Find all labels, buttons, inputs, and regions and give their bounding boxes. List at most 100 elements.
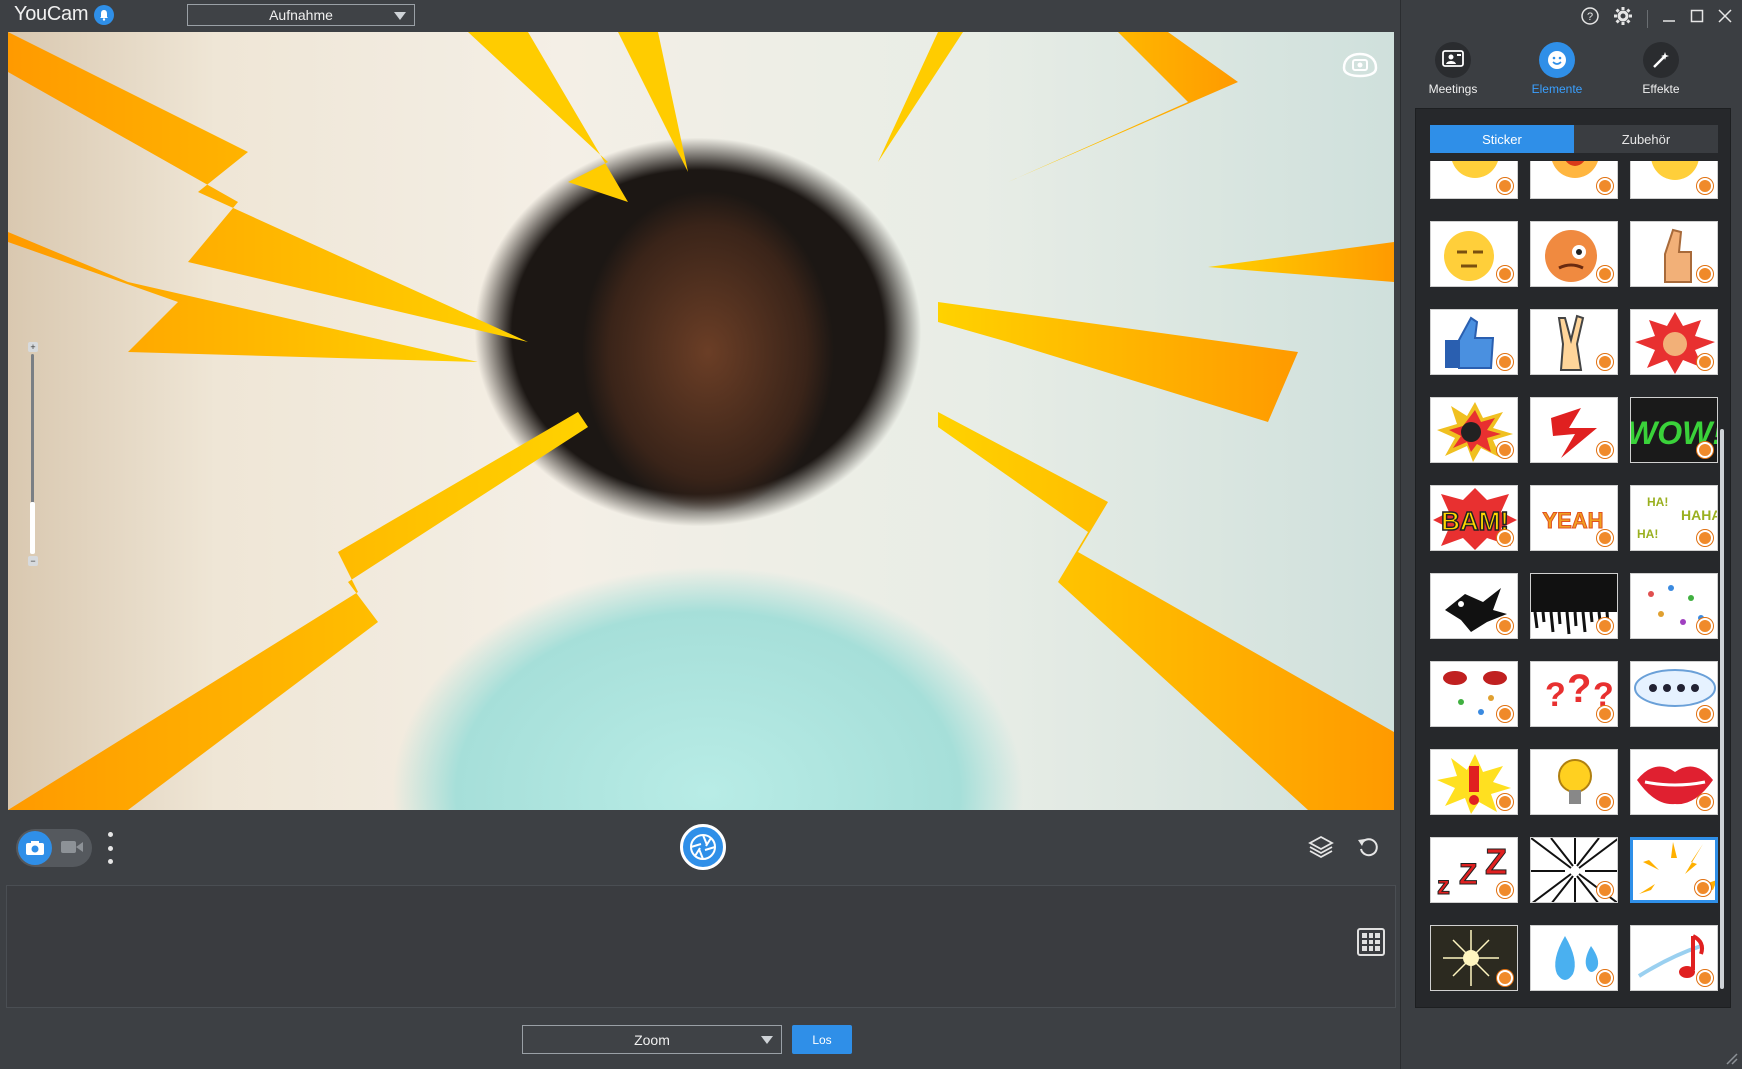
captured-media-strip[interactable] (6, 885, 1396, 1008)
capture-mode-value: Aufnahme (269, 7, 333, 23)
download-badge-icon (1697, 354, 1713, 370)
sticker-exclamation-burst[interactable] (1430, 749, 1518, 815)
sticker-lightning-frame[interactable] (1630, 837, 1718, 903)
sticker-punch-burst[interactable] (1630, 309, 1718, 375)
download-badge-icon (1497, 970, 1513, 986)
lightning-burst-overlay (8, 32, 1394, 810)
sticker-speech-dots[interactable] (1630, 661, 1718, 727)
resize-grip-icon[interactable] (1724, 1051, 1738, 1065)
sticker-music-notes-dots[interactable] (1630, 573, 1718, 639)
tab-label: Effekte (1642, 82, 1680, 96)
tab-elements[interactable]: Elemente (1505, 42, 1609, 104)
sticker-emoji-squint[interactable] (1630, 161, 1718, 199)
download-badge-icon (1597, 794, 1613, 810)
sticker-speed-lines[interactable] (1530, 837, 1618, 903)
divider (1647, 9, 1648, 28)
layers-icon[interactable] (1308, 834, 1334, 860)
capture-mode-select[interactable]: Aufnahme (187, 4, 415, 26)
photo-camera-icon[interactable] (18, 831, 52, 865)
zoom-in-icon[interactable]: + (28, 342, 38, 352)
go-button[interactable]: Los (792, 1025, 852, 1054)
download-badge-icon (1697, 530, 1713, 546)
maximize-icon[interactable] (1690, 9, 1704, 28)
subtab-accessories[interactable]: Zubehör (1574, 125, 1718, 153)
main-area: YouCam Aufnahme + − Zoom Los (0, 0, 1400, 1069)
download-badge-icon (1695, 880, 1711, 896)
download-badge-icon (1497, 442, 1513, 458)
subtab-sticker[interactable]: Sticker (1430, 125, 1574, 153)
minimize-icon[interactable] (1662, 9, 1676, 28)
sticker-question-marks[interactable]: ??? (1530, 661, 1618, 727)
download-badge-icon (1497, 178, 1513, 194)
sticker-haha-text[interactable]: HA! HAHA HA! (1630, 485, 1718, 551)
sticker-emoji-red-face[interactable] (1530, 161, 1618, 199)
download-badge-icon (1597, 970, 1613, 986)
svg-text:?: ? (1545, 676, 1566, 714)
download-badge-icon (1597, 178, 1613, 194)
svg-text:?: ? (1567, 667, 1591, 711)
sticker-emoji-angry[interactable] (1530, 221, 1618, 287)
meeting-app-select[interactable]: Zoom (522, 1025, 782, 1054)
tab-label: Elemente (1531, 82, 1583, 96)
close-icon[interactable] (1718, 9, 1732, 28)
sticker-thumb-up-hand[interactable] (1630, 221, 1718, 287)
tab-meetings[interactable]: Meetings (1401, 42, 1505, 104)
feature-tabs: Meetings Elemente Effekte (1401, 42, 1742, 104)
sticker-yeah-text[interactable]: YEAH (1530, 485, 1618, 551)
help-icon[interactable]: ? (1581, 7, 1599, 30)
notification-bell-icon[interactable] (94, 5, 114, 25)
sticker-red-lips[interactable] (1630, 749, 1718, 815)
sticker-emoji-meh[interactable] (1430, 221, 1518, 287)
more-options-icon[interactable] (106, 832, 114, 864)
camera-switch-icon[interactable] (1338, 48, 1382, 80)
right-panel: ? Meetings Elemente Effekte Sticker Zube… (1400, 0, 1742, 1069)
svg-text:HAHA: HAHA (1681, 507, 1718, 523)
reset-icon[interactable] (1356, 834, 1380, 858)
tab-label: Meetings (1428, 82, 1478, 96)
photo-video-toggle[interactable] (16, 829, 92, 867)
svg-text:Z: Z (1459, 858, 1477, 891)
sticker-thumbs-up-blue[interactable] (1430, 309, 1518, 375)
chevron-down-icon (394, 12, 406, 20)
aperture-icon (690, 834, 716, 860)
sticker-music-note-red[interactable] (1630, 925, 1718, 991)
download-badge-icon (1497, 794, 1513, 810)
download-badge-icon (1597, 266, 1613, 282)
chevron-down-icon (761, 1036, 773, 1044)
window-controls: ? (1581, 6, 1732, 31)
sticker-water-drops[interactable] (1530, 925, 1618, 991)
sticker-peace-hand[interactable] (1530, 309, 1618, 375)
svg-text:HA!: HA! (1637, 527, 1658, 541)
youcam-window: YouCam Aufnahme + − Zoom Los ? Meetings … (0, 0, 1742, 1069)
sticker-light-bulb[interactable] (1530, 749, 1618, 815)
camera-preview: + − (8, 32, 1394, 810)
zoom-handle[interactable] (30, 502, 35, 554)
sticker-eyes-dots[interactable] (1430, 661, 1518, 727)
download-badge-icon (1697, 706, 1713, 722)
zoom-out-icon[interactable]: − (28, 556, 38, 566)
sticker-panel: Sticker Zubehör WOW! BAM! YEAH HA! HAHA HA!??… (1415, 108, 1731, 1008)
sticker-black-bird[interactable] (1430, 573, 1518, 639)
download-badge-icon (1597, 882, 1613, 898)
shutter-button[interactable] (680, 824, 726, 870)
tab-effects[interactable]: Effekte (1609, 42, 1713, 104)
meeting-app-value: Zoom (634, 1031, 670, 1048)
download-badge-icon (1597, 530, 1613, 546)
zoom-slider[interactable]: + − (26, 342, 40, 567)
sticker-wow-text[interactable]: WOW! (1630, 397, 1718, 463)
download-badge-icon (1697, 618, 1713, 634)
settings-gear-icon[interactable] (1613, 6, 1633, 31)
download-badge-icon (1697, 266, 1713, 282)
sticker-bomb-burst[interactable] (1430, 397, 1518, 463)
sticker-emoji-glasses[interactable] (1430, 161, 1518, 199)
sticker-bam-text[interactable]: BAM! (1430, 485, 1518, 551)
sticker-black-streaks[interactable] (1530, 573, 1618, 639)
sticker-lightning-red[interactable] (1530, 397, 1618, 463)
sticker-sparkle-star[interactable] (1430, 925, 1518, 991)
sticker-zzz-text[interactable]: zZZ (1430, 837, 1518, 903)
download-badge-icon (1597, 618, 1613, 634)
sticker-scrollbar[interactable] (1720, 429, 1724, 989)
download-badge-icon (1497, 706, 1513, 722)
video-camera-icon[interactable] (60, 839, 84, 855)
grid-view-icon[interactable] (1357, 928, 1385, 956)
